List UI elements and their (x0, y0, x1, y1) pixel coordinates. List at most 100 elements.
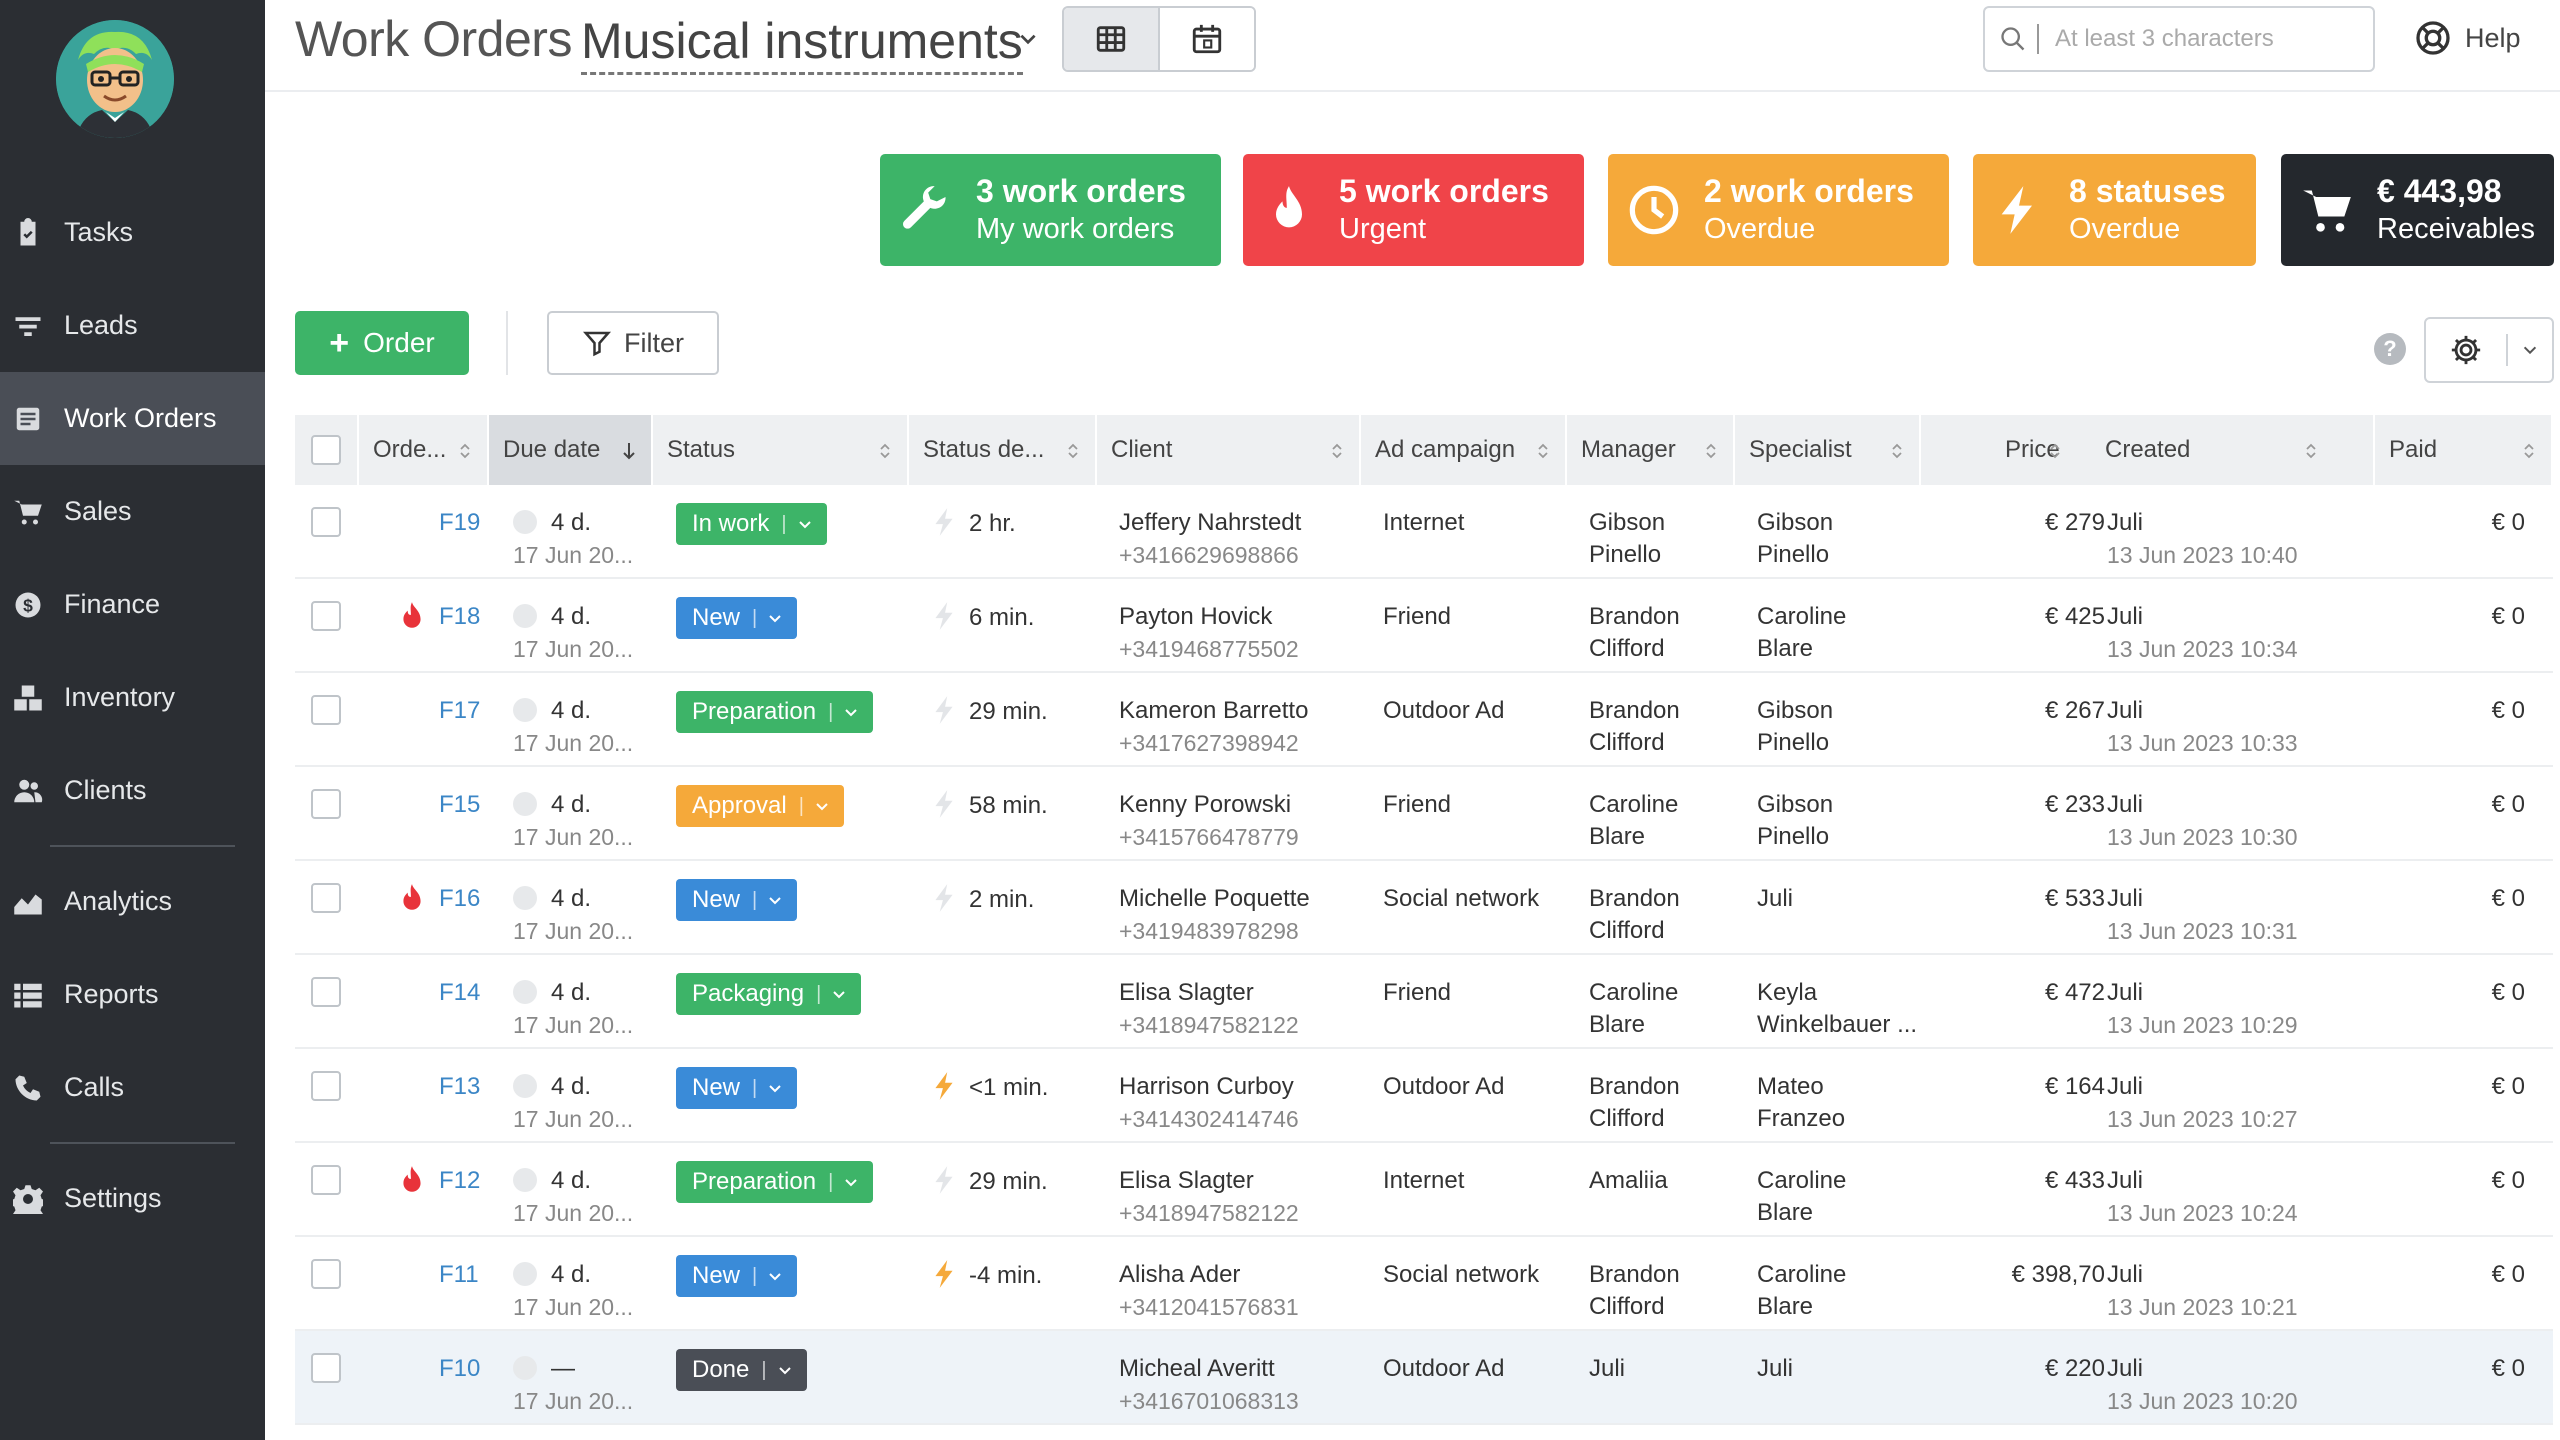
client-cell[interactable]: Kenny Porowski +3415766478779 (1119, 789, 1299, 853)
sidebar-item-tasks[interactable]: Tasks (0, 186, 265, 279)
table-row[interactable]: F17 4 d. 17 Jun 20... Preparation | 29 m… (295, 673, 2553, 767)
row-checkbox[interactable] (311, 789, 341, 819)
column-client[interactable]: Client (1097, 415, 1361, 485)
search-input[interactable] (2055, 25, 2355, 53)
sidebar-item-work-orders[interactable]: Work Orders (0, 372, 265, 465)
client-cell[interactable]: Harrison Curboy +3414302414746 (1119, 1071, 1299, 1135)
row-checkbox[interactable] (311, 1071, 341, 1101)
project-selector[interactable]: Musical instruments (581, 10, 1023, 75)
order-id-link[interactable]: F14 (439, 977, 480, 1009)
row-checkbox[interactable] (311, 1165, 341, 1195)
sidebar-item-calls[interactable]: Calls (0, 1041, 265, 1134)
column-price[interactable]: Price Created (1921, 415, 2375, 485)
status-dropdown[interactable]: New | (676, 1067, 798, 1109)
client-cell[interactable]: Kameron Barretto +3417627398942 (1119, 695, 1308, 759)
status-dropdown[interactable]: Preparation | (676, 691, 874, 733)
due-date: 17 Jun 20... (513, 1012, 634, 1038)
column-created[interactable]: Created (2105, 436, 2190, 464)
card-receivables[interactable]: € 443,98 Receivables (2281, 154, 2554, 266)
sidebar-item-finance[interactable]: $ Finance (0, 558, 265, 651)
wrench-icon (898, 182, 954, 238)
status-dropdown[interactable]: New | (676, 879, 798, 921)
sidebar-item-sales[interactable]: Sales (0, 465, 265, 558)
card-my-work-orders[interactable]: 3 work orders My work orders (880, 154, 1221, 266)
order-id-link[interactable]: F13 (439, 1071, 480, 1103)
client-cell[interactable]: Jeffery Nahrstedt +3416629698866 (1119, 507, 1301, 571)
sidebar-item-leads[interactable]: Leads (0, 279, 265, 372)
column-status[interactable]: Status (653, 415, 909, 485)
table-row[interactable]: F15 4 d. 17 Jun 20... Approval | 58 min.… (295, 767, 2553, 861)
row-checkbox[interactable] (311, 1259, 341, 1289)
table-view-button[interactable] (1064, 8, 1160, 70)
table-row[interactable]: F13 4 d. 17 Jun 20... New | <1 min. Harr… (295, 1049, 2553, 1143)
fire-icon (1261, 182, 1317, 238)
column-due-date[interactable]: Due date (489, 415, 653, 485)
sidebar-item-clients[interactable]: Clients (0, 744, 265, 837)
column-status-duration[interactable]: Status de... (909, 415, 1097, 485)
client-cell[interactable]: Micheal Averitt +3416701068313 (1119, 1353, 1299, 1417)
created-by: Juli (2107, 1355, 2144, 1382)
card-overdue-statuses[interactable]: 8 statuses Overdue (1973, 154, 2256, 266)
table-row[interactable]: F19 4 d. 17 Jun 20... In work | 2 hr. Je… (295, 485, 2553, 579)
client-name: Alisha Ader (1119, 1261, 1241, 1288)
specialist-cell: Caroline Blare (1757, 1167, 1847, 1226)
help-button[interactable]: Help (2415, 20, 2521, 56)
table-settings-button[interactable] (2424, 317, 2554, 383)
order-id-link[interactable]: F12 (439, 1165, 480, 1197)
question-icon[interactable]: ? (2374, 333, 2406, 365)
column-manager[interactable]: Manager (1567, 415, 1735, 485)
order-id-link[interactable]: F18 (439, 601, 480, 633)
table-row[interactable]: F14 4 d. 17 Jun 20... Packaging | Elisa … (295, 955, 2553, 1049)
column-specialist[interactable]: Specialist (1735, 415, 1921, 485)
order-id-link[interactable]: F17 (439, 695, 480, 727)
select-all-checkbox[interactable] (311, 435, 341, 465)
calendar-view-button[interactable] (1160, 8, 1254, 70)
table-row[interactable]: F16 4 d. 17 Jun 20... New | 2 min. Miche… (295, 861, 2553, 955)
row-checkbox[interactable] (311, 695, 341, 725)
row-checkbox[interactable] (311, 507, 341, 537)
order-id-link[interactable]: F19 (439, 507, 480, 539)
status-dropdown[interactable]: New | (676, 597, 798, 639)
status-dropdown[interactable]: New | (676, 1255, 798, 1297)
card-urgent[interactable]: 5 work orders Urgent (1243, 154, 1584, 266)
client-cell[interactable]: Elisa Slagter +3418947582122 (1119, 977, 1299, 1041)
client-cell[interactable]: Payton Hovick +3419468775502 (1119, 601, 1299, 665)
status-dropdown[interactable]: In work | (676, 503, 827, 545)
client-cell[interactable]: Michelle Poquette +3419483978298 (1119, 883, 1310, 947)
row-checkbox[interactable] (311, 883, 341, 913)
created-at: 13 Jun 2023 10:30 (2107, 824, 2298, 850)
sidebar-item-reports[interactable]: Reports (0, 948, 265, 1041)
status-dropdown[interactable]: Packaging | (676, 973, 862, 1015)
sidebar-item-settings[interactable]: Settings (0, 1152, 265, 1245)
row-checkbox[interactable] (311, 601, 341, 631)
add-order-button[interactable]: + Order (295, 311, 469, 375)
column-ad-campaign[interactable]: Ad campaign (1361, 415, 1567, 485)
table-row[interactable]: F18 4 d. 17 Jun 20... New | 6 min. Payto… (295, 579, 2553, 673)
card-overdue-orders[interactable]: 2 work orders Overdue (1608, 154, 1949, 266)
order-id-link[interactable]: F11 (439, 1259, 479, 1291)
specialist-cell: Gibson Pinello (1757, 791, 1834, 850)
order-id-link[interactable]: F16 (439, 883, 480, 915)
chevron-down-icon[interactable] (1017, 28, 1039, 50)
order-id-link[interactable]: F15 (439, 789, 480, 821)
order-id-link[interactable]: F10 (439, 1353, 480, 1385)
row-checkbox[interactable] (311, 977, 341, 1007)
status-dropdown[interactable]: Preparation | (676, 1161, 874, 1203)
column-order[interactable]: Orde... (359, 415, 489, 485)
table-row[interactable]: F11 4 d. 17 Jun 20... New | -4 min. Alis… (295, 1237, 2553, 1331)
avatar[interactable] (56, 20, 174, 138)
client-cell[interactable]: Elisa Slagter +3418947582122 (1119, 1165, 1299, 1229)
sidebar-item-inventory[interactable]: Inventory (0, 651, 265, 744)
sidebar-item-analytics[interactable]: Analytics (0, 855, 265, 948)
filter-button[interactable]: Filter (547, 311, 719, 375)
column-paid[interactable]: Paid (2375, 415, 2553, 485)
created-at: 13 Jun 2023 10:20 (2107, 1388, 2298, 1414)
status-dropdown[interactable]: Done | (676, 1349, 807, 1391)
row-checkbox[interactable] (311, 1353, 341, 1383)
table-row[interactable]: F10 — 17 Jun 20... Done | Micheal Averit… (295, 1331, 2553, 1425)
status-divider: | (828, 700, 834, 723)
table-row[interactable]: F12 4 d. 17 Jun 20... Preparation | 29 m… (295, 1143, 2553, 1237)
status-dropdown[interactable]: Approval | (676, 785, 844, 827)
client-cell[interactable]: Alisha Ader +3412041576831 (1119, 1259, 1299, 1323)
created-by: Juli (2107, 1073, 2144, 1100)
